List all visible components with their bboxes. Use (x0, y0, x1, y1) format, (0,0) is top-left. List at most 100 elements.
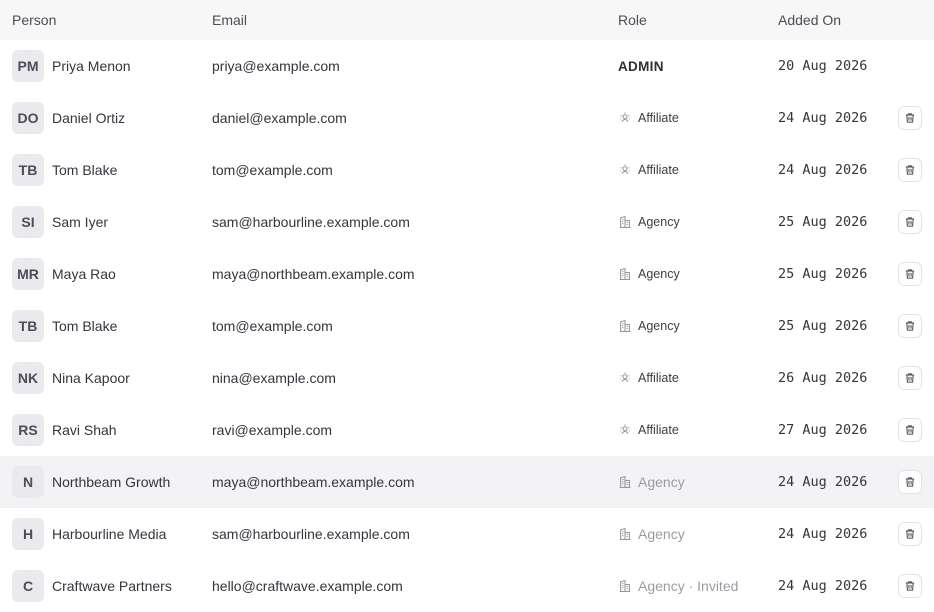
role-badge: ADMIN (618, 40, 664, 92)
person-email: ravi@example.com (212, 422, 333, 438)
avatar: TB (12, 310, 44, 342)
avatar: TB (12, 154, 44, 186)
person-email: sam@harbourline.example.com (212, 526, 410, 542)
trash-icon[interactable] (898, 158, 922, 182)
table-row[interactable]: PM Priya Menon priya@example.com ADMIN 20 Au… (0, 40, 934, 92)
table-row[interactable]: RS Ravi Shah ravi@example.com Affiliate 27 A… (0, 404, 934, 456)
person-name: Northbeam Growth (52, 474, 171, 490)
header-email[interactable]: Email (212, 12, 247, 28)
role-label: Affiliate (638, 371, 679, 385)
role-badge: Agency (618, 456, 685, 508)
avatar: N (12, 466, 44, 498)
building-icon (618, 215, 632, 229)
added-on-date: 24 Aug 2026 (778, 578, 868, 594)
avatar: MR (12, 258, 44, 290)
person-name: Daniel Ortiz (52, 110, 126, 126)
role-badge: Agency (618, 196, 680, 248)
role-badge: Affiliate (618, 92, 679, 144)
role-badge: Agency (618, 300, 680, 352)
added-on-date: 24 Aug 2026 (778, 474, 868, 490)
person-email: maya@northbeam.example.com (212, 474, 415, 490)
added-on-date: 24 Aug 2026 (778, 110, 868, 126)
trash-icon[interactable] (898, 314, 922, 338)
table-row[interactable]: TB Tom Blake tom@example.com Agency 25 Aug 2… (0, 300, 934, 352)
role-label: Agency (638, 267, 680, 281)
building-icon (618, 267, 632, 281)
added-on-date: 25 Aug 2026 (778, 318, 868, 334)
table-row[interactable]: N Northbeam Growth maya@northbeam.example.… (0, 456, 934, 508)
role-badge: Agency · Invited (618, 560, 738, 612)
person-name: Priya Menon (52, 58, 131, 74)
added-on-date: 26 Aug 2026 (778, 370, 868, 386)
header-person[interactable]: Person (12, 12, 56, 28)
person-email: tom@example.com (212, 162, 333, 178)
role-label: Agency (638, 215, 680, 229)
building-icon (618, 475, 632, 489)
avatar: PM (12, 50, 44, 82)
building-icon (618, 579, 632, 593)
added-on-date: 24 Aug 2026 (778, 526, 868, 542)
person-email: daniel@example.com (212, 110, 347, 126)
trash-icon[interactable] (898, 418, 922, 442)
table-row[interactable]: NK Nina Kapoor nina@example.com Affiliate 26… (0, 352, 934, 404)
person-name: Craftwave Partners (52, 578, 172, 594)
person-email: priya@example.com (212, 58, 340, 74)
added-on-date: 20 Aug 2026 (778, 58, 868, 74)
role-label: Affiliate (638, 111, 679, 125)
header-role[interactable]: Role (618, 12, 647, 28)
trash-icon[interactable] (898, 210, 922, 234)
avatar: SI (12, 206, 44, 238)
role-badge: Agency (618, 508, 685, 560)
trash-icon[interactable] (898, 366, 922, 390)
added-on-date: 27 Aug 2026 (778, 422, 868, 438)
role-label: Affiliate (638, 423, 679, 437)
affiliate-icon (618, 163, 632, 177)
trash-icon[interactable] (898, 522, 922, 546)
table-row[interactable]: H Harbourline Media sam@harbourline.exampl… (0, 508, 934, 560)
table-row[interactable]: MR Maya Rao maya@northbeam.example.com Agen… (0, 248, 934, 300)
role-badge: Affiliate (618, 352, 679, 404)
building-icon (618, 527, 632, 541)
trash-icon[interactable] (898, 574, 922, 598)
affiliate-icon (618, 371, 632, 385)
header-added-on[interactable]: Added On (778, 12, 841, 28)
avatar: C (12, 570, 44, 602)
trash-icon[interactable] (898, 262, 922, 286)
affiliate-icon (618, 423, 632, 437)
role-badge: Agency (618, 248, 680, 300)
avatar: RS (12, 414, 44, 446)
person-name: Harbourline Media (52, 526, 167, 542)
affiliate-icon (618, 111, 632, 125)
table-row[interactable]: TB Tom Blake tom@example.com Affiliate 24 Au… (0, 144, 934, 196)
role-label: Affiliate (638, 163, 679, 177)
person-name: Maya Rao (52, 266, 116, 282)
avatar: DO (12, 102, 44, 134)
added-on-date: 24 Aug 2026 (778, 162, 868, 178)
table-row[interactable]: C Craftwave Partners hello@craftwave.examp… (0, 560, 934, 612)
person-email: hello@craftwave.example.com (212, 578, 403, 594)
role-label: Agency (638, 319, 680, 333)
role-badge: Affiliate (618, 144, 679, 196)
table-body: PM Priya Menon priya@example.com ADMIN 20 Au… (0, 40, 934, 612)
person-email: maya@northbeam.example.com (212, 266, 415, 282)
person-email: tom@example.com (212, 318, 333, 334)
person-name: Ravi Shah (52, 422, 117, 438)
avatar: NK (12, 362, 44, 394)
person-email: nina@example.com (212, 370, 336, 386)
trash-icon[interactable] (898, 106, 922, 130)
trash-icon[interactable] (898, 470, 922, 494)
table-row[interactable]: SI Sam Iyer sam@harbourline.example.com Age… (0, 196, 934, 248)
person-name: Sam Iyer (52, 214, 109, 230)
role-label: ADMIN (618, 58, 664, 74)
role-label: Agency (638, 474, 685, 490)
added-on-date: 25 Aug 2026 (778, 214, 868, 230)
person-email: sam@harbourline.example.com (212, 214, 410, 230)
building-icon (618, 319, 632, 333)
role-label: Agency (638, 526, 685, 542)
person-name: Tom Blake (52, 318, 118, 334)
added-on-date: 25 Aug 2026 (778, 266, 868, 282)
role-badge: Affiliate (618, 404, 679, 456)
table-row[interactable]: DO Daniel Ortiz daniel@example.com Affiliat… (0, 92, 934, 144)
role-label: Agency · Invited (638, 578, 739, 594)
person-name: Nina Kapoor (52, 370, 130, 386)
